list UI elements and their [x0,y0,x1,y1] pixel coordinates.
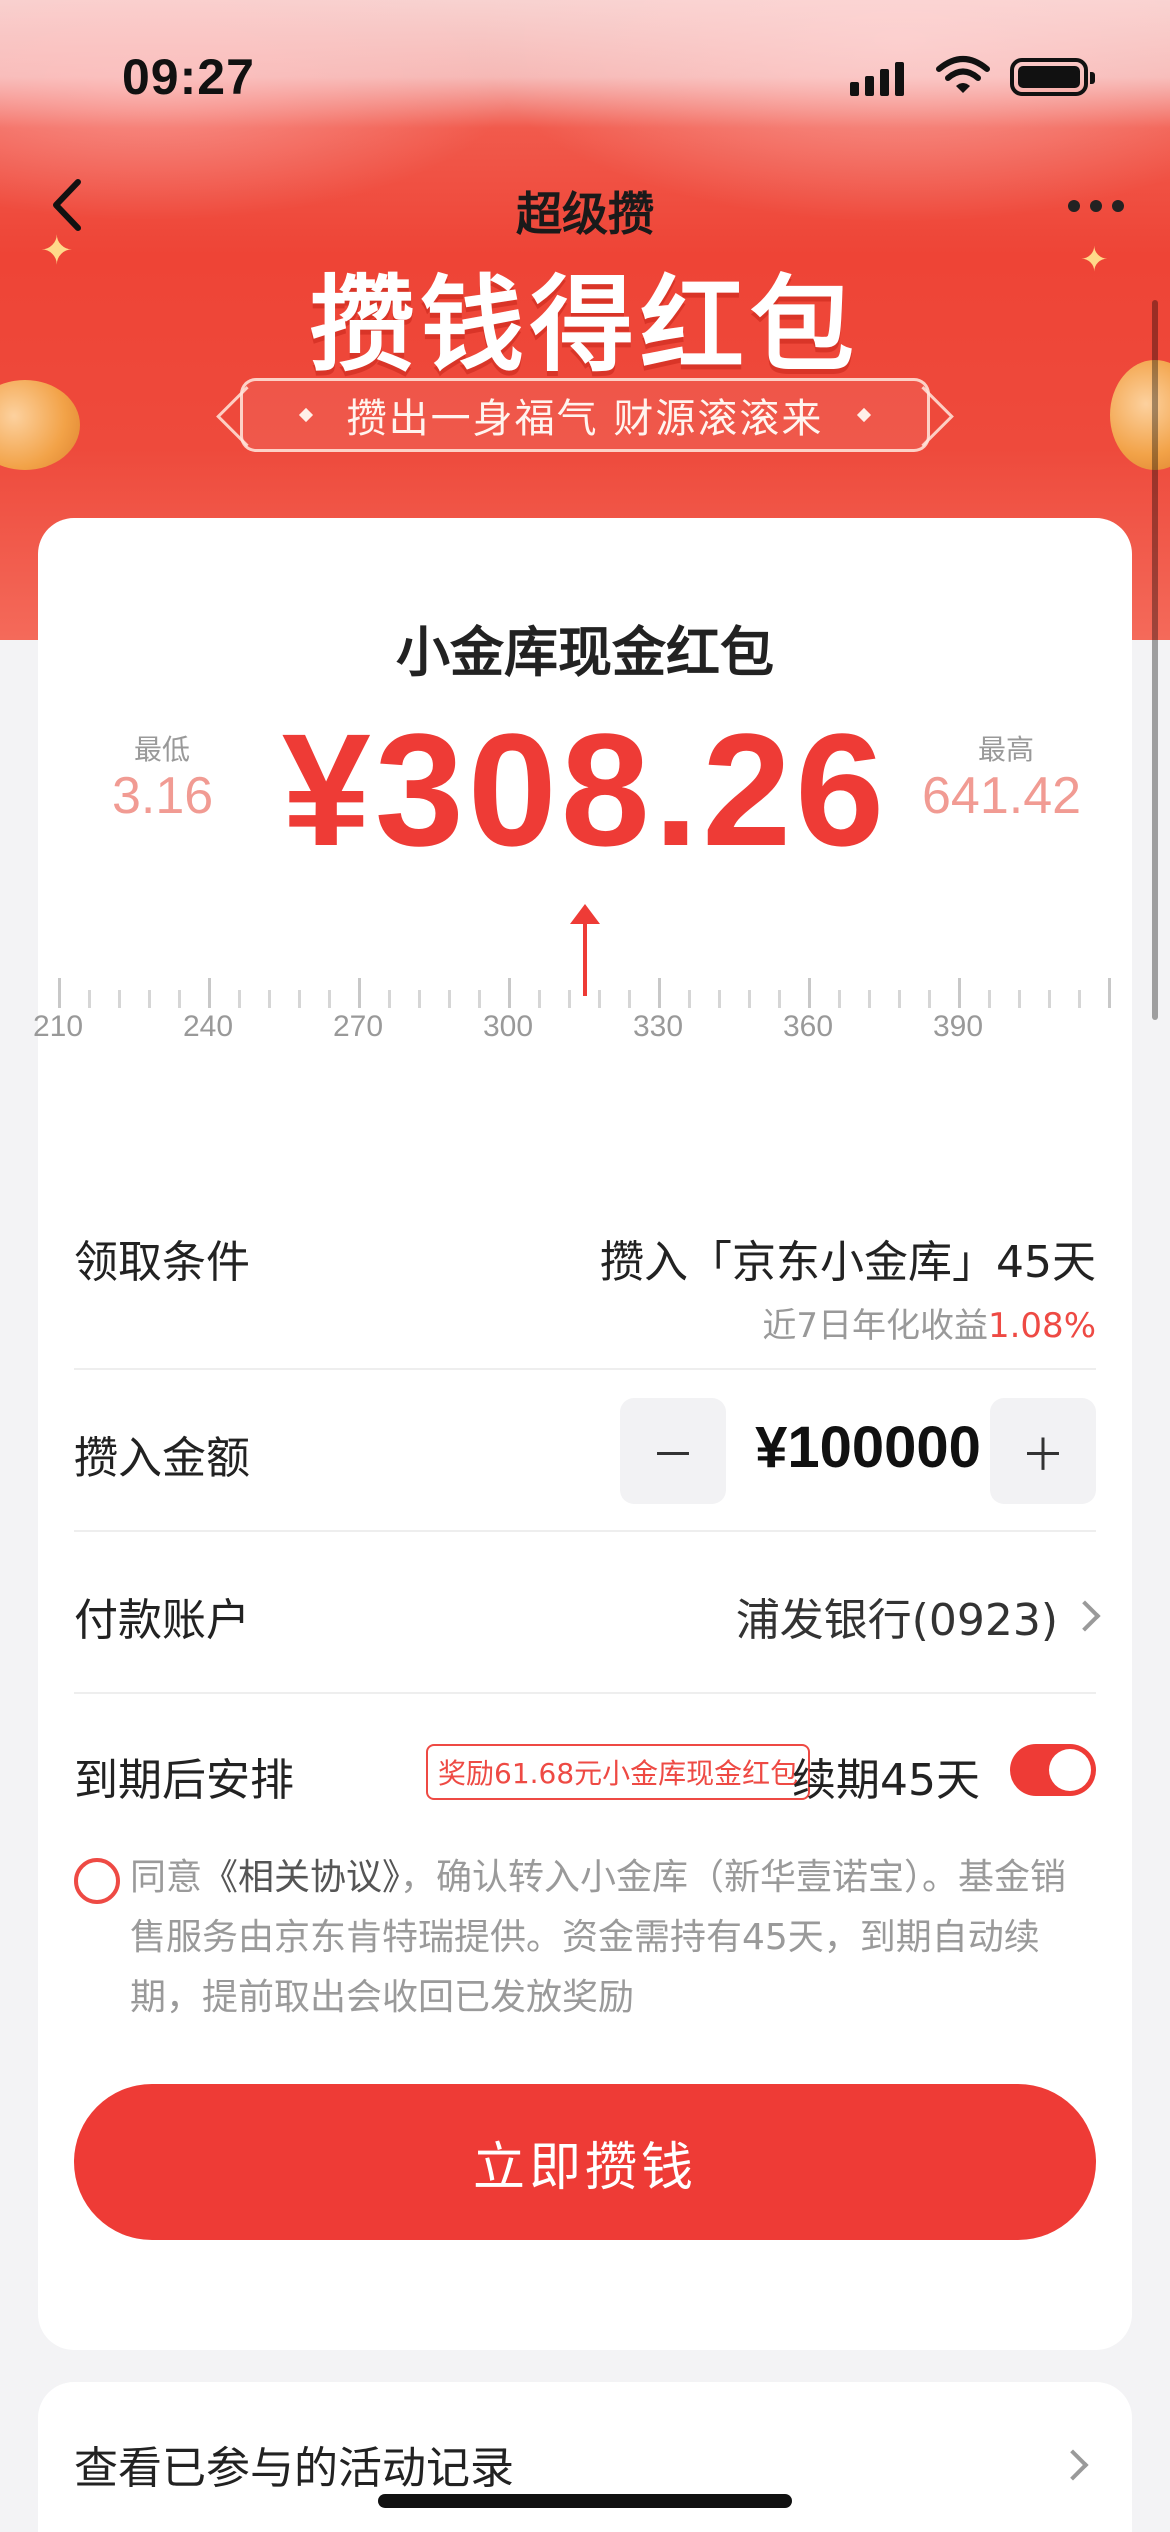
status-time: 09:27 [122,49,255,105]
scale-minor-tick [688,990,691,1008]
increase-button[interactable]: ＋ [990,1398,1096,1504]
chevron-right-icon [1069,1600,1101,1632]
scale-minor-tick [568,990,571,1008]
scale-major-tick [958,978,961,1008]
agreement-link[interactable]: 《相关协议》 [202,1857,400,1898]
scale-tick-label: 210 [32,1010,84,1043]
scale-tick-label: 270 [332,1010,384,1043]
condition-row: 领取条件 攒入「京东小金库」45天 近7日年化收益1.08% [74,1208,1096,1368]
scale-minor-tick [328,990,331,1008]
savings-card: 小金库现金红包 最低 3.16 最高 641.42 ¥308.26 210 240… [33,518,1132,2350]
scale-minor-tick [1048,990,1051,1008]
diamond-icon [298,407,313,423]
save-now-button[interactable]: 立即攒钱 [74,2084,1096,2240]
scale-minor-tick [418,990,421,1008]
battery-icon [1010,58,1095,96]
more-options-icon[interactable] [1068,200,1124,212]
scale-minor-tick [298,990,301,1008]
scale-pointer [583,910,587,996]
scale-tick-label: 240 [182,1010,234,1043]
maturity-label: 到期后安排 [74,1755,294,1806]
scale-minor-tick [838,990,841,1008]
reward-amount: ¥308.26 [281,700,889,879]
renew-period: 续期45天 [792,1755,980,1806]
account-selector[interactable]: 浦发银行(0923) [735,1584,1101,1648]
scale-minor-tick [718,990,721,1008]
scale-minor-tick [538,990,541,1008]
scale-minor-tick [928,990,931,1008]
scale-minor-tick [238,990,241,1008]
scale-tick-label: 330 [632,1010,684,1043]
scale-major-tick [58,978,61,1008]
scale-minor-tick [178,990,181,1008]
scale-minor-tick [88,990,91,1008]
account-value: 浦发银行(0923) [735,1595,1058,1646]
scale-minor-tick [448,990,451,1008]
payment-account-row[interactable]: 付款账户 浦发银行(0923) [74,1532,1101,1692]
scale-minor-tick [868,990,871,1008]
scale-major-tick [658,978,661,1008]
wifi-icon [936,56,990,93]
diamond-icon [857,407,872,423]
condition-label: 领取条件 [74,1237,250,1288]
coin-decoration-left [0,380,80,470]
status-bar: 09:27 [0,0,1170,150]
history-link[interactable]: 查看已参与的活动记录 [74,2432,514,2496]
banner-title: 攒钱得红包 [309,264,860,386]
scale-minor-tick [1078,990,1081,1008]
agreement-checkbox[interactable] [74,1858,120,1904]
account-label: 付款账户 [74,1595,250,1646]
scale-major-tick [1108,978,1111,1008]
scale-major-tick [508,978,511,1008]
scale-minor-tick [628,990,631,1008]
home-indicator[interactable] [378,2494,792,2508]
page-title: 超级攒 [516,187,654,241]
condition-value: 攒入「京东小金库」45天 [600,1237,1096,1288]
scale-major-tick [358,978,361,1008]
scale-tick-label: 390 [932,1010,984,1043]
auto-renew-toggle[interactable] [1010,1744,1096,1796]
yield-info: 近7日年化收益1.08% [762,1298,1096,1347]
scale-minor-tick [598,990,601,1008]
scale-minor-tick [148,990,151,1008]
banner-subtitle-text: 攒出一身福气 财源滚滚来 [346,396,824,442]
scale-minor-tick [988,990,991,1008]
scale-minor-tick [898,990,901,1008]
reward-badge: 奖励61.68元小金库现金红包 [426,1744,811,1800]
scale-tick-label: 300 [482,1010,534,1043]
scale-minor-tick [1018,990,1021,1008]
banner-subtitle: 攒出一身福气 财源滚滚来 [240,378,930,452]
agreement-text: 同意《相关协议》，确认转入小金库（新华壹诺宝）。基金销售服务由京东肯特瑞提供。资… [130,1848,1102,2028]
scale-minor-tick [268,990,271,1008]
scale-minor-tick [118,990,121,1008]
scale-minor-tick [778,990,781,1008]
scrollbar[interactable] [1152,300,1158,1020]
decrease-button[interactable]: － [620,1398,726,1504]
deposit-amount[interactable]: ¥100000 [738,1414,998,1481]
yield-prefix: 近7日年化收益 [762,1306,988,1346]
deposit-row: 攒入金额 － ¥100000 ＋ [74,1370,1096,1530]
scale-minor-tick [388,990,391,1008]
deposit-label: 攒入金额 [74,1433,250,1484]
history-card[interactable]: 查看已参与的活动记录 [38,2382,1132,2532]
scale-minor-tick [748,990,751,1008]
agreement-prefix: 同意 [130,1857,203,1898]
scale-major-tick [208,978,211,1008]
scale-tick-label: 360 [782,1010,834,1043]
card-title: 小金库现金红包 [396,621,774,684]
chevron-right-icon [1057,2449,1089,2481]
scale-minor-tick [478,990,481,1008]
maturity-row: 到期后安排 奖励61.68元小金库现金红包 续期45天 [74,1694,1096,1824]
yield-rate: 1.08% [987,1306,1096,1346]
cellular-signal-icon [850,62,904,96]
scale-major-tick [808,978,811,1008]
